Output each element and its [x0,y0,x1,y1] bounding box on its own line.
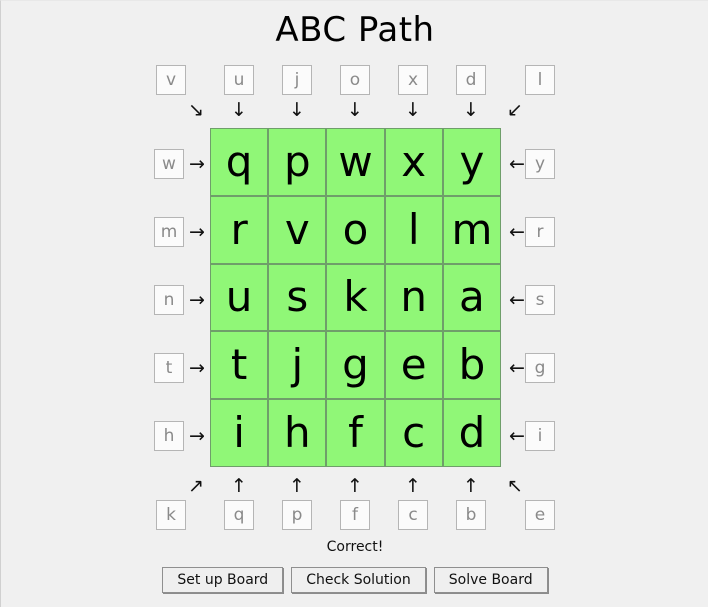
clue-right-4[interactable]: g [525,353,555,383]
arrow-corner-bottom-left-icon: ↗ [188,475,204,497]
abc-path-grid[interactable]: q p w x y r v o l m u s k n a t j g e b … [210,128,501,467]
arrow-bottom-3-icon: ↑ [347,475,363,497]
arrow-top-3-icon: ↓ [347,99,363,121]
grid-cell[interactable]: a [442,263,501,332]
grid-cell[interactable]: q [210,128,269,196]
grid-cell[interactable]: d [442,399,501,467]
clue-top-1[interactable]: u [224,65,254,95]
arrow-left-1-icon: → [189,153,205,175]
button-bar: Set up Board Check Solution Solve Board [1,567,708,593]
grid-cell[interactable]: p [268,128,327,196]
clue-right-2[interactable]: r [525,217,555,247]
grid-cell[interactable]: x [384,128,443,196]
arrow-left-5-icon: → [189,425,205,447]
grid-cell[interactable]: b [442,331,501,400]
clue-corner-top-right[interactable]: l [525,65,555,95]
clue-bottom-4[interactable]: c [398,500,428,530]
grid-cell[interactable]: s [268,263,327,332]
clue-bottom-2[interactable]: p [282,500,312,530]
status-message: Correct! [326,539,384,555]
clue-right-1[interactable]: y [525,149,555,179]
clue-right-3[interactable]: s [525,285,555,315]
grid-cell[interactable]: j [268,331,327,400]
arrow-bottom-4-icon: ↑ [405,475,421,497]
grid-cell[interactable]: k [326,263,385,332]
arrow-top-2-icon: ↓ [289,99,305,121]
grid-cell[interactable]: m [442,195,501,264]
arrow-bottom-2-icon: ↑ [289,475,305,497]
arrow-corner-bottom-right-icon: ↖ [507,475,523,497]
arrow-top-5-icon: ↓ [463,99,479,121]
grid-cell[interactable]: g [326,331,385,400]
arrow-corner-top-left-icon: ↘ [188,99,204,121]
grid-cell[interactable]: o [326,195,385,264]
grid-cell[interactable]: t [210,331,269,400]
grid-cell[interactable]: c [384,399,443,467]
clue-top-3[interactable]: o [340,65,370,95]
clue-left-5[interactable]: h [154,421,184,451]
clue-left-2[interactable]: m [154,217,184,247]
clue-top-4[interactable]: x [398,65,428,95]
clue-corner-top-left[interactable]: v [156,65,186,95]
arrow-left-4-icon: → [189,357,205,379]
arrow-top-4-icon: ↓ [405,99,421,121]
arrow-corner-top-right-icon: ↙ [507,99,523,121]
grid-cell[interactable]: r [210,195,269,264]
clue-top-2[interactable]: j [282,65,312,95]
clue-corner-bottom-right[interactable]: e [525,500,555,530]
clue-right-5[interactable]: i [525,421,555,451]
arrow-left-3-icon: → [189,289,205,311]
clue-bottom-1[interactable]: q [224,500,254,530]
arrow-top-1-icon: ↓ [231,99,247,121]
clue-bottom-3[interactable]: f [340,500,370,530]
arrow-bottom-5-icon: ↑ [463,475,479,497]
grid-cell[interactable]: u [210,263,269,332]
arrow-bottom-1-icon: ↑ [231,475,247,497]
clue-left-4[interactable]: t [154,353,184,383]
grid-cell[interactable]: f [326,399,385,467]
set-up-board-button[interactable]: Set up Board [162,567,284,593]
grid-cell[interactable]: n [384,263,443,332]
arrow-left-2-icon: → [189,221,205,243]
abc-path-window: ABC Path v u j o x d l ↘ ↓ ↓ ↓ ↓ ↓ ↙ w m… [0,0,708,607]
grid-cell[interactable]: i [210,399,269,467]
grid-cell[interactable]: e [384,331,443,400]
check-solution-button[interactable]: Check Solution [291,567,426,593]
grid-cell[interactable]: v [268,195,327,264]
clue-left-3[interactable]: n [154,285,184,315]
grid-cell[interactable]: w [326,128,385,196]
grid-cell[interactable]: h [268,399,327,467]
clue-top-5[interactable]: d [456,65,486,95]
clue-left-1[interactable]: w [154,149,184,179]
solve-board-button[interactable]: Solve Board [433,567,548,593]
grid-cell[interactable]: l [384,195,443,264]
grid-cell[interactable]: y [442,128,501,196]
clue-corner-bottom-left[interactable]: k [156,500,186,530]
page-title: ABC Path [275,10,435,50]
clue-bottom-5[interactable]: b [456,500,486,530]
